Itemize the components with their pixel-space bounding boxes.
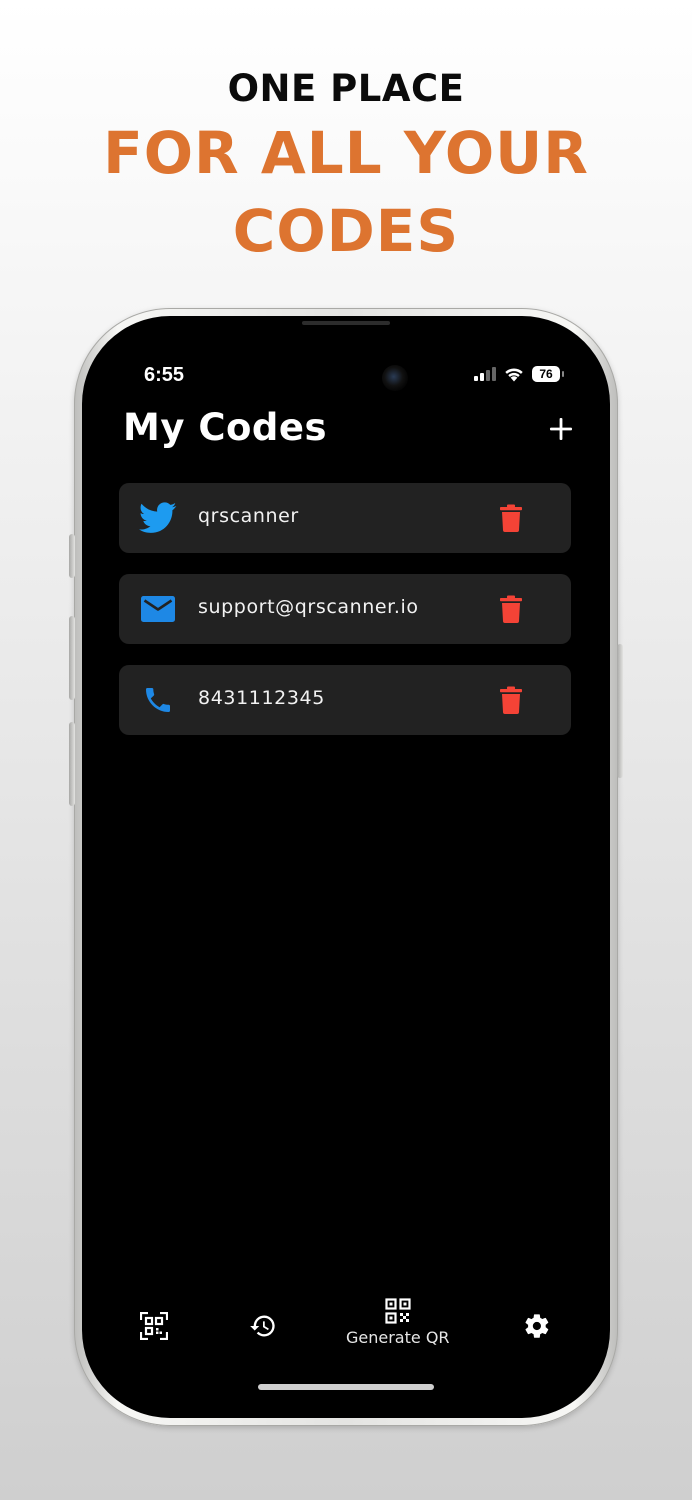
twitter-icon [139, 500, 177, 536]
delete-button[interactable] [497, 502, 525, 534]
phone-icon [139, 682, 177, 718]
nav-generate-qr[interactable]: Generate QR [346, 1298, 450, 1347]
phone-frame: 6:55 76 My Codes qrscanner support@qrsca… [69, 308, 623, 1426]
code-item-phone[interactable]: 8431112345 [119, 665, 571, 735]
front-camera [382, 365, 408, 391]
history-icon [250, 1315, 275, 1337]
nav-settings[interactable] [523, 1312, 551, 1340]
status-time: 6:55 [144, 364, 185, 386]
headline-line-one: ONE PLACE [227, 67, 465, 110]
code-value: support@qrscanner.io [198, 596, 419, 618]
app-screen: 6:55 76 My Codes qrscanner support@qrsca… [82, 316, 610, 1418]
promo-headline: ONE PLACE FOR ALL YOUR CODES [0, 66, 692, 268]
phone-action-button [69, 534, 75, 578]
settings-gear-icon [525, 1314, 549, 1338]
headline-line-two: FOR ALL YOUR [103, 119, 589, 187]
code-item-twitter[interactable]: qrscanner [119, 483, 571, 553]
trash-icon [500, 504, 522, 532]
battery-indicator: 76 [532, 366, 564, 382]
phone-volume-up-button [69, 616, 75, 700]
code-value: 8431112345 [198, 687, 325, 709]
trash-icon [500, 686, 522, 714]
delete-button[interactable] [497, 684, 525, 716]
qr-code-icon [385, 1298, 411, 1324]
cellular-signal-icon [474, 367, 496, 381]
phone-power-button [617, 644, 623, 778]
code-list: qrscanner support@qrscanner.io 843111234… [119, 483, 571, 756]
nav-history[interactable] [249, 1312, 277, 1340]
page-title: My Codes [123, 406, 327, 449]
code-item-email[interactable]: support@qrscanner.io [119, 574, 571, 644]
qr-scan-icon [140, 1312, 168, 1340]
earpiece-speaker [302, 321, 390, 325]
trash-icon [500, 595, 522, 623]
plus-icon [550, 418, 572, 440]
headline-line-three: CODES [232, 197, 460, 265]
mail-icon [139, 591, 177, 627]
code-value: qrscanner [198, 505, 299, 527]
bottom-navigation: Generate QR [82, 1296, 610, 1366]
status-icons: 76 [474, 366, 564, 382]
nav-scan[interactable] [140, 1312, 168, 1340]
add-code-button[interactable] [546, 414, 576, 444]
delete-button[interactable] [497, 593, 525, 625]
nav-generate-qr-label: Generate QR [346, 1328, 450, 1347]
wifi-icon [505, 368, 523, 381]
home-indicator[interactable] [258, 1384, 434, 1390]
phone-volume-down-button [69, 722, 75, 806]
